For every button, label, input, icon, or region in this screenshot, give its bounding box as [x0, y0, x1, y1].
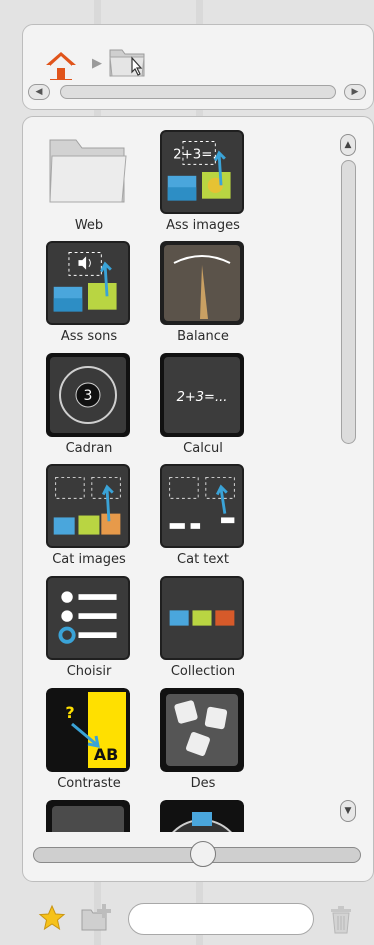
associate-sounds-icon — [46, 241, 130, 325]
star-icon[interactable] — [38, 904, 66, 932]
library-item-cadran[interactable]: 3 Cadran — [46, 353, 132, 465]
dice-icon — [160, 688, 244, 772]
svg-text:AB: AB — [94, 745, 119, 764]
choose-list-icon — [46, 576, 130, 660]
library-item-des[interactable]: Des — [160, 688, 246, 800]
new-folder-icon[interactable] — [80, 902, 114, 932]
categorize-images-icon — [46, 464, 130, 548]
svg-text:2+3=...: 2+3=... — [177, 390, 228, 405]
home-icon[interactable] — [44, 50, 78, 82]
library-item-web[interactable]: Web — [46, 130, 132, 242]
zoom-slider-handle[interactable] — [190, 841, 217, 867]
associate-images-icon: 2+3=... — [160, 130, 244, 214]
item-label: Web — [74, 218, 104, 233]
calculation-icon: 2+3=... — [160, 353, 244, 437]
folder-icon — [49, 139, 127, 203]
item-label: Balance — [177, 329, 229, 344]
scroll-right-button[interactable]: ▶ — [344, 84, 366, 100]
scroll-left-button[interactable]: ◀ — [28, 84, 50, 100]
item-label: Ass images — [166, 218, 240, 233]
library-scroll-thumb[interactable] — [341, 160, 356, 444]
collection-icon — [160, 576, 244, 660]
svg-text:3: 3 — [84, 388, 93, 404]
search-input[interactable] — [128, 903, 314, 935]
folder-icon[interactable] — [108, 44, 150, 80]
scroll-down-button[interactable]: ▼ — [340, 800, 356, 822]
breadcrumb-scrollbar[interactable]: ◀ ▶ — [28, 84, 368, 102]
breadcrumb-scroll-thumb[interactable] — [60, 85, 336, 99]
item-label: Des — [190, 776, 216, 791]
library-item-partial[interactable] — [160, 800, 246, 832]
dial-icon: 3 — [46, 353, 130, 437]
item-label: Ass sons — [60, 329, 118, 344]
contrast-icon: ? AB — [46, 688, 130, 772]
library-item-ass-images[interactable]: 2+3=... Ass images — [160, 130, 246, 242]
library-item-ass-sons[interactable]: Ass sons — [46, 241, 132, 353]
partial-item-icon — [160, 800, 244, 832]
item-label: Cadran — [65, 441, 113, 456]
library-item-cat-text[interactable]: Cat text — [160, 464, 246, 576]
library-item-collection[interactable]: Collection — [160, 576, 246, 688]
item-label: Cat images — [52, 552, 126, 567]
library-item-choisir[interactable]: Choisir — [46, 576, 132, 688]
library-item-cat-images[interactable]: Cat images — [46, 464, 132, 576]
item-label: Calcul — [183, 441, 223, 456]
item-label: Contraste — [57, 776, 121, 791]
breadcrumb-separator-icon: ▶ — [92, 56, 102, 71]
trash-icon[interactable] — [327, 903, 355, 935]
item-label: Choisir — [66, 664, 112, 679]
scroll-up-button[interactable]: ▲ — [340, 134, 356, 156]
item-label: Cat text — [177, 552, 229, 567]
item-label: Collection — [170, 664, 236, 679]
library-item-contraste[interactable]: ? AB Contraste — [46, 688, 132, 800]
svg-text:?: ? — [65, 703, 74, 722]
library-item-calcul[interactable]: 2+3=... Calcul — [160, 353, 246, 465]
categorize-text-icon — [160, 464, 244, 548]
library-item-balance[interactable]: Balance — [160, 241, 246, 353]
library-item-partial[interactable] — [46, 800, 132, 832]
partial-item-icon — [46, 800, 130, 832]
balance-gauge-icon — [160, 241, 244, 325]
